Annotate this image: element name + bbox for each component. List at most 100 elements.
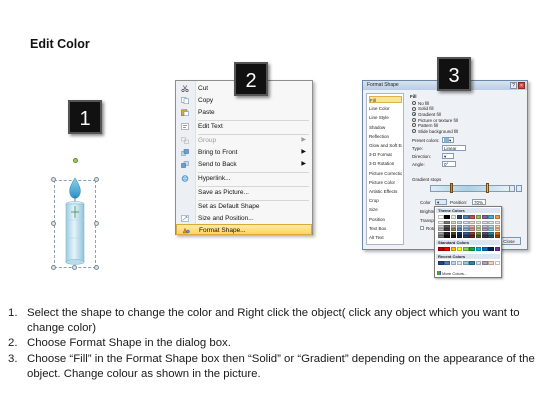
menu-item-edit-text[interactable]: Edit Text [176,121,312,132]
fill-option-label: Slide background fill [418,128,459,134]
theme-color-swatch[interactable] [438,215,444,220]
recent-color-swatch[interactable] [463,261,469,266]
menu-item-set-default-shape[interactable]: Set as Default Shape [176,201,312,212]
direction-dropdown[interactable]: ▾ [442,153,454,159]
recent-color-swatch[interactable] [444,261,450,266]
theme-color-swatch[interactable] [469,215,475,220]
standard-color-swatch[interactable] [488,247,494,252]
nav-item-3-d-format[interactable]: 3-D Format [369,151,402,158]
recent-color-swatch[interactable] [456,261,463,266]
instructions-list: 1. Select the shape to change the color … [8,306,553,382]
theme-tint-swatch[interactable] [438,235,444,238]
recent-color-swatch[interactable] [494,261,501,266]
nav-item-line-color[interactable]: Line Color [369,105,402,112]
menu-item-paste[interactable]: Paste [176,107,312,118]
nav-item-position[interactable]: Position [369,216,402,223]
theme-color-swatch[interactable] [481,215,488,220]
resize-handle[interactable] [51,265,56,270]
resize-handle[interactable] [94,265,99,270]
menu-item-send-to-back[interactable]: Send to Back ▶ [176,159,312,170]
menu-item-save-as-picture[interactable]: Save as Picture... [176,187,312,198]
theme-tint-swatch[interactable] [450,235,457,238]
nav-item-fill[interactable]: Fill [369,96,402,104]
fill-radio[interactable] [412,123,416,128]
gradient-bar[interactable] [430,185,513,192]
candle-shape[interactable] [50,158,100,270]
fill-radio[interactable] [412,101,416,105]
fill-radio[interactable] [412,112,416,117]
gradient-stop-handle[interactable] [450,183,453,193]
resize-handle[interactable] [94,177,99,182]
theme-tint-swatch[interactable] [463,235,469,238]
recent-color-swatch[interactable] [450,261,457,266]
theme-color-swatch[interactable] [475,215,482,220]
nav-item-glow-and-soft-edges[interactable]: Glow and Soft Edges [369,142,402,149]
fill-radio[interactable] [412,106,416,111]
more-colors-link[interactable]: More Colors... [437,271,467,276]
standard-color-swatch[interactable] [475,247,482,252]
resize-handle[interactable] [51,221,56,226]
standard-color-swatch[interactable] [444,247,450,252]
standard-color-swatch[interactable] [438,247,444,252]
nav-item-picture-color[interactable]: Picture Color [369,179,402,186]
close-icon[interactable]: × [518,82,525,89]
theme-tint-swatch[interactable] [475,235,482,238]
position-value: 70% [474,200,484,205]
recent-color-swatch[interactable] [488,261,494,266]
theme-tint-swatch[interactable] [481,235,488,238]
theme-tint-swatch[interactable] [494,235,501,238]
gradient-stop-handle[interactable] [486,183,489,193]
theme-color-swatch[interactable] [463,215,469,220]
menu-item-hyperlink[interactable]: Hyperlink... [176,173,312,184]
nav-item-alt-text[interactable]: Alt Text [369,234,402,241]
resize-handle[interactable] [94,221,99,226]
step-item: 3. Choose “Fill” in the Format Shape box… [8,352,553,382]
recent-color-swatch[interactable] [469,261,475,266]
remove-stop-icon[interactable] [516,185,522,192]
menu-item-copy[interactable]: Copy [176,95,312,106]
fill-radio[interactable] [412,129,416,133]
nav-item-3-d-rotation[interactable]: 3-D Rotation [369,160,402,167]
menu-item-group[interactable]: Group ▶ [176,135,312,146]
standard-color-swatch[interactable] [456,247,463,252]
nav-item-picture-corrections[interactable]: Picture Corrections [369,170,402,177]
fill-radio[interactable] [412,117,416,122]
type-dropdown[interactable]: Linear [442,145,466,151]
preset-colors-dropdown[interactable]: ▾ [442,137,454,143]
recent-color-swatch[interactable] [481,261,488,266]
theme-color-swatch[interactable] [450,215,457,220]
color-dropdown[interactable]: ▾ [435,199,447,205]
standard-color-swatch[interactable] [469,247,475,252]
menu-item-size-and-position[interactable]: Size and Position... [176,213,312,224]
standard-color-swatch[interactable] [463,247,469,252]
resize-handle[interactable] [51,177,56,182]
theme-tint-swatch[interactable] [444,235,450,238]
menu-item-bring-to-front[interactable]: Bring to Front ▶ [176,147,312,158]
recent-color-swatch[interactable] [438,261,444,266]
resize-handle[interactable] [72,265,77,270]
nav-item-size[interactable]: Size [369,206,402,213]
rotate-checkbox[interactable] [420,226,424,230]
nav-item-line-style[interactable]: Line Style [369,114,402,121]
menu-item-format-shape[interactable]: Format Shape... [176,224,312,235]
theme-tint-swatch[interactable] [469,235,475,238]
standard-color-swatch[interactable] [481,247,488,252]
theme-color-swatch[interactable] [456,215,463,220]
theme-color-swatch[interactable] [494,215,501,220]
position-field[interactable]: 70% [472,199,486,205]
nav-item-crop[interactable]: Crop [369,197,402,204]
recent-color-swatch[interactable] [475,261,482,266]
standard-color-swatch[interactable] [450,247,457,252]
nav-item-text-box[interactable]: Text Box [369,225,402,232]
nav-item-artistic-effects[interactable]: Artistic Effects [369,188,402,195]
angle-field[interactable]: 0° [442,161,456,167]
nav-item-shadow[interactable]: Shadow [369,124,402,131]
theme-color-swatch[interactable] [444,215,450,220]
standard-color-swatch[interactable] [494,247,501,252]
theme-tint-swatch[interactable] [456,235,463,238]
add-stop-icon[interactable] [509,185,515,192]
theme-color-swatch[interactable] [488,215,494,220]
theme-tint-swatch[interactable] [488,235,494,238]
nav-item-reflection[interactable]: Reflection [369,133,402,140]
help-icon[interactable]: ? [510,82,517,89]
